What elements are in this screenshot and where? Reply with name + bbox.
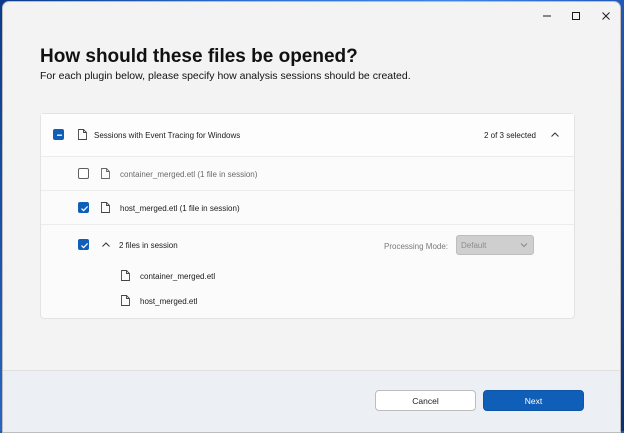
session-row[interactable]: container_merged.etl (1 file in session) — [41, 157, 574, 191]
minimize-button[interactable] — [536, 6, 558, 26]
plugin-group-header[interactable]: Sessions with Event Tracing for Windows … — [41, 114, 574, 157]
processing-mode-label: Processing Mode: — [384, 242, 449, 251]
group-label: Sessions with Event Tracing for Windows — [94, 131, 241, 140]
chevron-down-icon — [520, 243, 528, 248]
file-icon — [101, 168, 110, 179]
checkmark-icon — [81, 205, 89, 212]
close-icon — [602, 12, 610, 20]
dialog-footer: Cancel Next — [3, 370, 620, 432]
session-label: container_merged.etl (1 file in session) — [120, 170, 258, 179]
indeterminate-icon — [57, 134, 62, 136]
group-checkbox[interactable] — [53, 129, 64, 140]
checkmark-icon — [81, 242, 89, 249]
dialog-window: How should these files be opened? For ea… — [2, 1, 621, 433]
cancel-button[interactable]: Cancel — [375, 390, 476, 411]
close-button[interactable] — [595, 6, 617, 26]
dialog-subtitle: For each plugin below, please specify ho… — [40, 70, 411, 82]
dialog-title: How should these files be opened? — [40, 46, 358, 67]
session-checkbox[interactable] — [78, 239, 89, 250]
selection-count: 2 of 3 selected — [483, 131, 536, 140]
session-file-label: host_merged.etl — [140, 297, 198, 306]
session-checkbox[interactable] — [78, 168, 89, 179]
processing-mode-value: Default — [461, 241, 487, 250]
session-label: 2 files in session — [119, 241, 178, 250]
session-label: host_merged.etl (1 file in session) — [120, 204, 240, 213]
chevron-up-icon[interactable] — [550, 131, 560, 139]
file-icon — [78, 129, 87, 140]
maximize-button[interactable] — [565, 6, 587, 26]
session-row[interactable]: host_merged.etl (1 file in session) — [41, 191, 574, 225]
maximize-icon — [572, 12, 580, 20]
file-icon — [121, 295, 130, 306]
next-button[interactable]: Next — [483, 390, 584, 411]
chevron-up-icon[interactable] — [101, 241, 111, 249]
processing-mode-select[interactable]: Default — [456, 235, 534, 255]
session-file-label: container_merged.etl — [140, 272, 216, 281]
plugin-panel: Sessions with Event Tracing for Windows … — [40, 113, 575, 319]
minimize-icon — [543, 15, 551, 17]
session-checkbox[interactable] — [78, 202, 89, 213]
title-bar — [3, 2, 620, 30]
file-icon — [121, 270, 130, 281]
file-icon — [101, 202, 110, 213]
